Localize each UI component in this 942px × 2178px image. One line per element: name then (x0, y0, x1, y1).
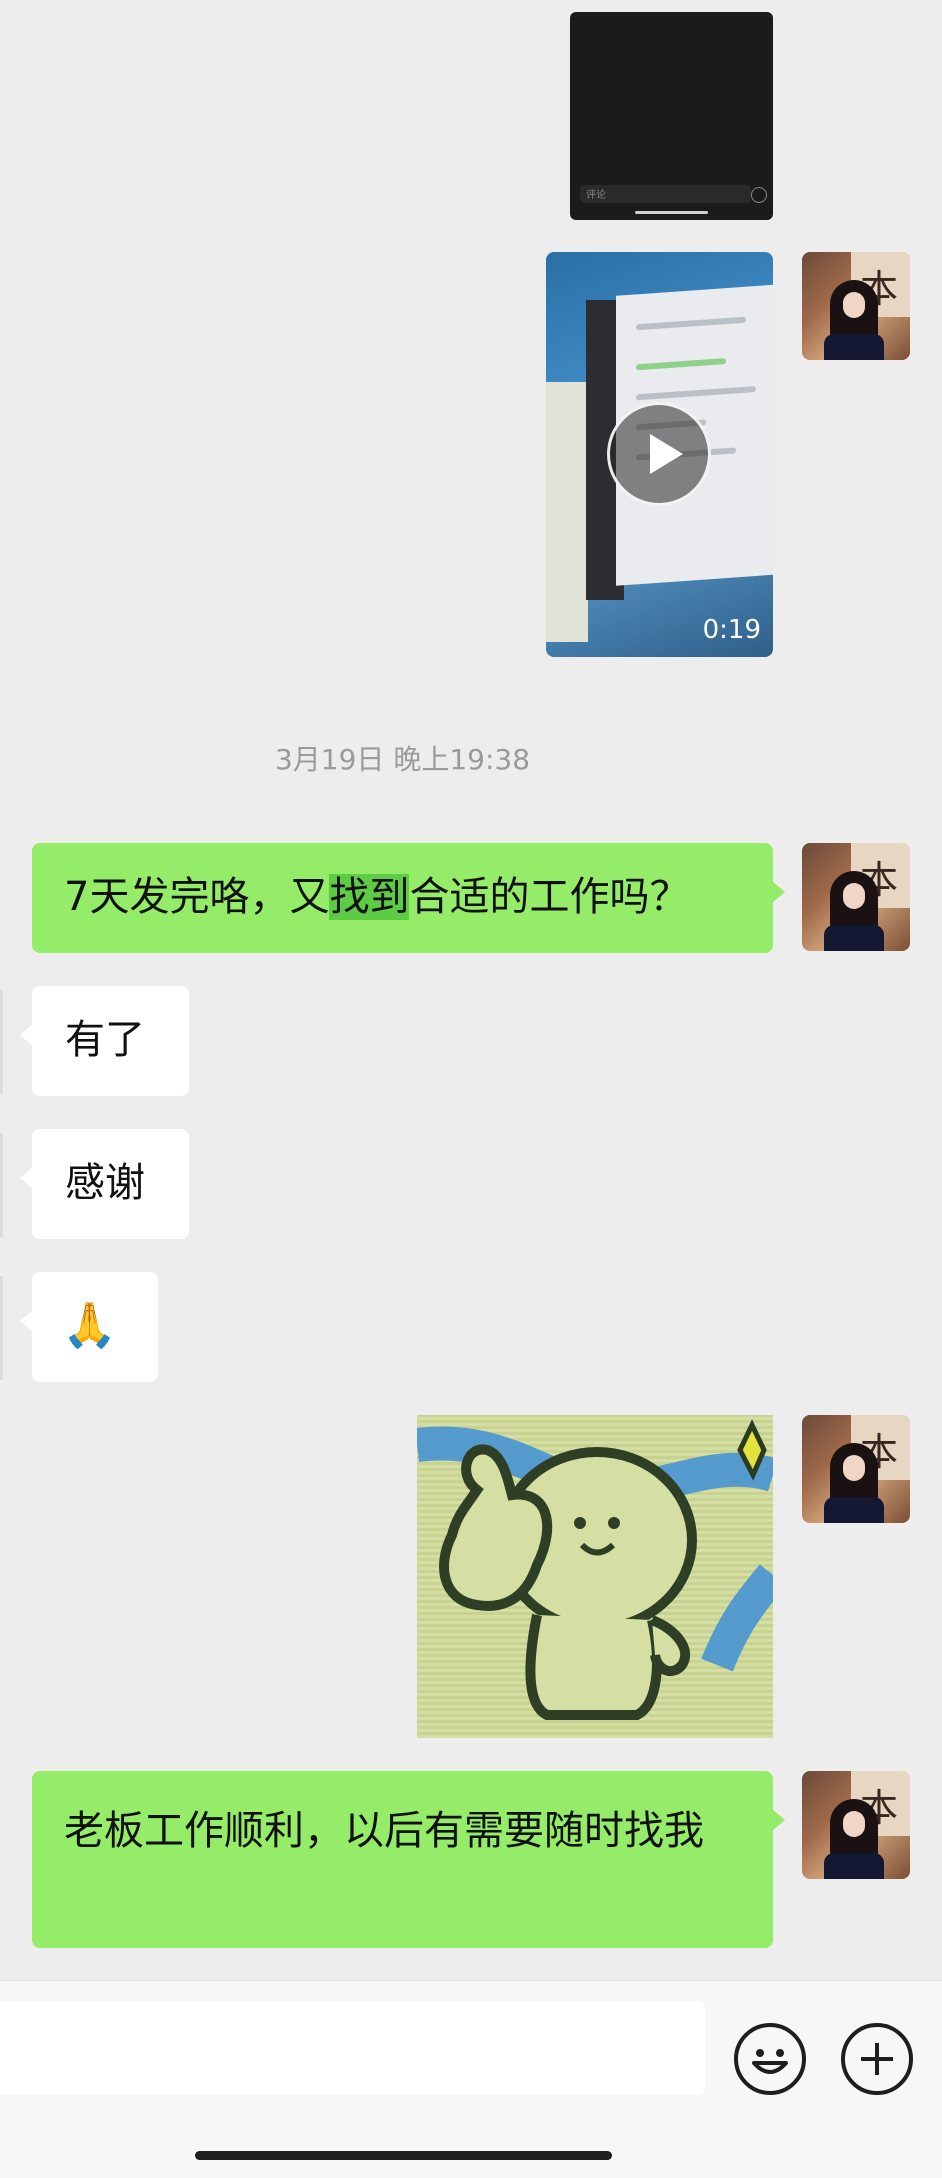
message-bubble-received[interactable]: 有了 (20, 986, 189, 1096)
avatar[interactable]: 本 (802, 843, 910, 951)
message-bubble-sent[interactable]: 老板工作顺利，以后有需要随时找我 (32, 1771, 785, 1948)
plus-icon (861, 2043, 893, 2075)
sticker-image[interactable] (417, 1415, 773, 1738)
avatar-edge (0, 1276, 3, 1380)
thumbs-up-character-icon (417, 1419, 773, 1720)
chat-timestamp: 3月19日 晚上19:38 (274, 743, 531, 776)
more-button[interactable] (841, 2023, 913, 2095)
pray-emoji-icon: 🙏 (62, 1300, 117, 1351)
caption-emoji-icon (751, 187, 767, 203)
message-input[interactable] (0, 2001, 705, 2095)
message-bubble-received[interactable]: 感谢 (20, 1129, 189, 1239)
highlighted-text: 找到 (329, 874, 410, 920)
video-message[interactable]: 0:19 (546, 252, 773, 657)
emoji-icon (752, 2049, 788, 2074)
message-bubble-received[interactable]: 🙏 (20, 1272, 158, 1382)
home-indicator[interactable] (195, 2151, 612, 2160)
avatar[interactable]: 本 (802, 1415, 910, 1523)
avatar-edge (0, 1133, 3, 1237)
input-bar (0, 1980, 942, 2178)
avatar-edge (0, 990, 3, 1094)
video-handle (635, 211, 708, 214)
play-icon[interactable] (607, 402, 711, 506)
video-message-top[interactable]: 评论 (570, 12, 773, 220)
emoji-button[interactable] (734, 2023, 806, 2095)
message-bubble-sent[interactable]: 7天发完咯，又找到合适的工作吗？ (32, 843, 785, 953)
avatar[interactable]: 本 (802, 252, 910, 360)
avatar[interactable]: 本 (802, 1771, 910, 1879)
video-duration: 0:19 (702, 615, 761, 645)
caption-bar: 评论 (580, 185, 751, 203)
